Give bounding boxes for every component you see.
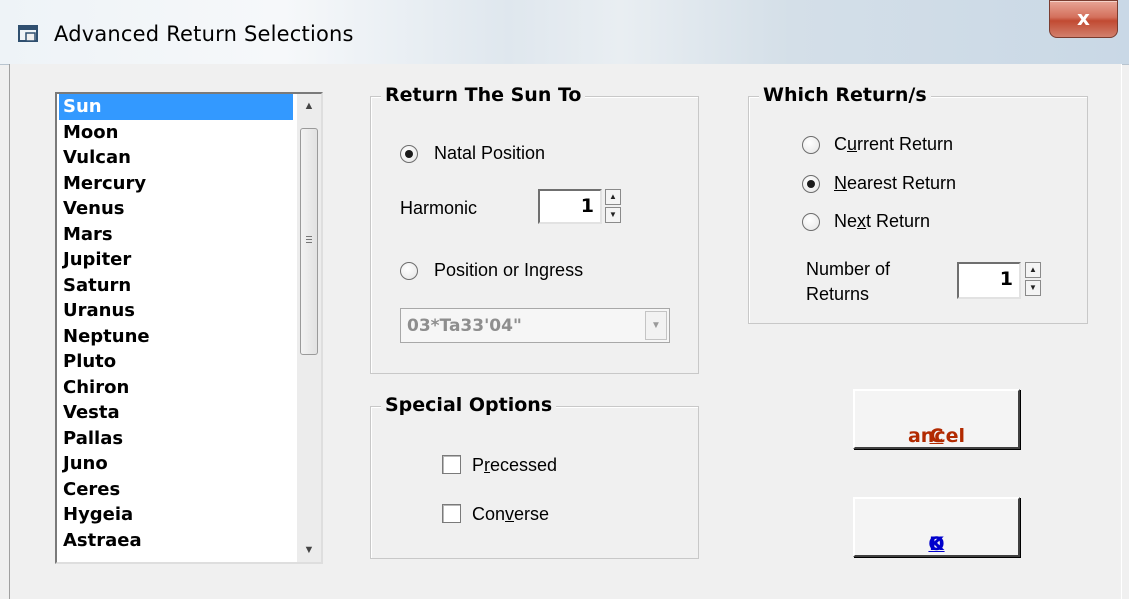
current-return-radio[interactable] — [802, 136, 820, 154]
position-combo[interactable]: 03*Ta33'04" ▼ — [400, 308, 670, 343]
cancel-button[interactable]: Cancel — [853, 389, 1020, 449]
harmonic-stepper[interactable]: ▲ ▼ — [605, 189, 623, 223]
number-of-returns-input[interactable]: 1 — [957, 262, 1021, 299]
special-options-group: Special Options — [370, 394, 699, 559]
scroll-up-arrow-icon[interactable]: ▲ — [297, 94, 321, 118]
converse-checkbox[interactable] — [442, 504, 461, 523]
natal-position-radio[interactable] — [400, 145, 418, 163]
returns-up-icon[interactable]: ▲ — [1025, 262, 1041, 278]
position-ingress-radio[interactable] — [400, 262, 418, 280]
nearest-return-label: Nearest Return — [834, 173, 957, 193]
list-item[interactable]: Pallas — [59, 426, 293, 452]
list-item[interactable]: Jupiter — [59, 247, 293, 273]
list-item[interactable]: Hygeia — [59, 502, 293, 528]
title-bar[interactable]: Advanced Return Selections x — [0, 0, 1129, 65]
list-item[interactable]: Vesta — [59, 400, 293, 426]
list-item[interactable]: Sun — [59, 94, 293, 120]
list-item[interactable]: Neptune — [59, 324, 293, 350]
which-returns-title: Which Return/s — [759, 84, 931, 106]
harmonic-down-icon[interactable]: ▼ — [605, 207, 621, 223]
dialog-window: Advanced Return Selections x Sun Moon Vulc… — [0, 0, 1129, 599]
returns-down-icon[interactable]: ▼ — [1025, 280, 1041, 296]
harmonic-input[interactable]: 1 — [538, 189, 602, 224]
list-item[interactable]: Mars — [59, 222, 293, 248]
harmonic-label: Harmonic — [400, 198, 478, 218]
list-item[interactable]: Pluto — [59, 349, 293, 375]
special-options-title: Special Options — [381, 394, 557, 416]
list-item[interactable]: Saturn — [59, 273, 293, 299]
scroll-down-arrow-icon[interactable]: ▼ — [297, 538, 321, 562]
scroll-thumb[interactable] — [300, 128, 318, 355]
converse-label: Converse — [472, 504, 550, 524]
number-of-returns-label-1: Number of — [806, 259, 891, 279]
list-item[interactable]: Uranus — [59, 298, 293, 324]
close-icon: x — [1077, 6, 1090, 30]
list-item[interactable]: Vulcan — [59, 145, 293, 171]
planet-list: Sun Moon Vulcan Mercury Venus Mars Jupiter Satu… — [59, 94, 293, 553]
current-return-label: Current Return — [834, 134, 954, 154]
app-icon — [18, 25, 38, 42]
return-to-title: Return The Sun To — [381, 84, 586, 106]
list-item[interactable]: Juno — [59, 451, 293, 477]
chevron-down-icon[interactable]: ▼ — [645, 311, 667, 340]
planet-listbox[interactable]: Sun Moon Vulcan Mercury Venus Mars Jupiter Satu… — [55, 92, 323, 564]
number-of-returns-stepper[interactable]: ▲ ▼ — [1025, 262, 1043, 296]
precessed-checkbox[interactable] — [442, 455, 461, 474]
nearest-return-radio[interactable] — [802, 175, 820, 193]
list-item[interactable]: Astraea — [59, 528, 293, 554]
position-ingress-label: Position or Ingress — [434, 260, 584, 280]
harmonic-up-icon[interactable]: ▲ — [605, 189, 621, 205]
list-item[interactable]: Chiron — [59, 375, 293, 401]
next-return-radio[interactable] — [802, 213, 820, 231]
number-of-returns-label-2: Returns — [806, 284, 870, 304]
precessed-label: Precessed — [472, 455, 558, 475]
position-combo-value: 03*Ta33'04" — [407, 316, 522, 336]
listbox-scrollbar[interactable]: ▲ ▼ — [297, 94, 321, 562]
list-item[interactable]: Moon — [59, 120, 293, 146]
close-button[interactable]: x — [1049, 0, 1118, 38]
natal-position-label: Natal Position — [434, 143, 546, 163]
list-item[interactable]: Venus — [59, 196, 293, 222]
window-title: Advanced Return Selections — [54, 22, 354, 46]
list-item[interactable]: Ceres — [59, 477, 293, 503]
next-return-label: Next Return — [834, 211, 931, 231]
list-item[interactable]: Mercury — [59, 171, 293, 197]
ok-button[interactable]: OK — [853, 497, 1020, 557]
